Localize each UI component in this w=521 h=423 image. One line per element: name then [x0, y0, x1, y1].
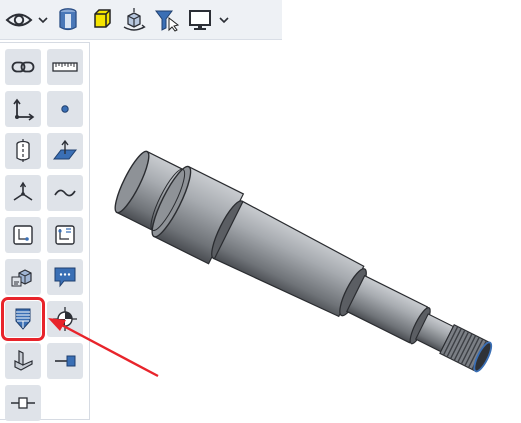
thread-feature-icon [11, 306, 35, 332]
cylinder-icon [56, 7, 80, 33]
connector-right-icon [53, 354, 77, 368]
curve-tool-button[interactable] [47, 175, 83, 211]
reference-geometry-palette [0, 42, 90, 421]
chevron-down-icon [38, 11, 48, 29]
link-tool-button[interactable] [5, 49, 41, 85]
center-of-mass-icon [52, 306, 78, 332]
top-toolbar [0, 0, 282, 40]
sketch-3d-tool-button[interactable] [47, 217, 83, 253]
cube-icon [89, 8, 113, 32]
rotate-part-button[interactable] [119, 4, 149, 36]
display-cube-button[interactable] [86, 4, 116, 36]
coordinate-axes-2d-icon [11, 97, 35, 121]
mass-properties-tool-button[interactable] [5, 259, 41, 295]
measure-tool-button[interactable] [47, 49, 83, 85]
coordinate-system-tool-button[interactable] [5, 91, 41, 127]
cylinder-axis-icon [13, 138, 33, 164]
bracket-part-tool-button[interactable] [5, 343, 41, 379]
link-icon [11, 60, 35, 74]
app-window [0, 0, 521, 423]
point-icon [59, 103, 71, 115]
point-tool-button[interactable] [47, 91, 83, 127]
connector-inline-tool-button[interactable] [5, 385, 41, 421]
ruler-icon [52, 61, 78, 73]
plane-icon [52, 139, 78, 163]
triad-tool-button[interactable] [5, 175, 41, 211]
thread-feature-tool-button[interactable] [1, 297, 45, 341]
view-dropdown-button[interactable] [37, 4, 49, 36]
comment-tool-button[interactable] [47, 259, 83, 295]
connector-inline-icon [10, 396, 36, 410]
display-cylinder-button[interactable] [53, 4, 83, 36]
display-settings-dropdown[interactable] [218, 4, 230, 36]
plane-tool-button[interactable] [47, 133, 83, 169]
chevron-down-icon [219, 11, 229, 29]
filter-icon [154, 8, 180, 32]
comment-icon [53, 266, 77, 288]
monitor-icon [188, 8, 212, 32]
axis-tool-button[interactable] [5, 133, 41, 169]
sketch-point-icon [12, 224, 34, 246]
display-settings-button[interactable] [185, 4, 215, 36]
eye-icon [4, 8, 34, 32]
bracket-part-icon [11, 349, 35, 373]
mass-properties-icon [10, 265, 36, 289]
model-viewport[interactable] [92, 42, 521, 423]
coordinate-axes-3d-icon [11, 181, 35, 205]
sketch-point-tool-button[interactable] [5, 217, 41, 253]
rotate-part-icon [121, 7, 147, 33]
selection-filter-button[interactable] [152, 4, 182, 36]
shaft-model [114, 150, 493, 373]
curve-icon [53, 186, 77, 200]
connector-end-tool-button[interactable] [47, 343, 83, 379]
view-visibility-button[interactable] [4, 4, 34, 36]
sketch-3d-icon [54, 224, 76, 246]
center-of-mass-tool-button[interactable] [47, 301, 83, 337]
palette-grid [1, 49, 83, 421]
